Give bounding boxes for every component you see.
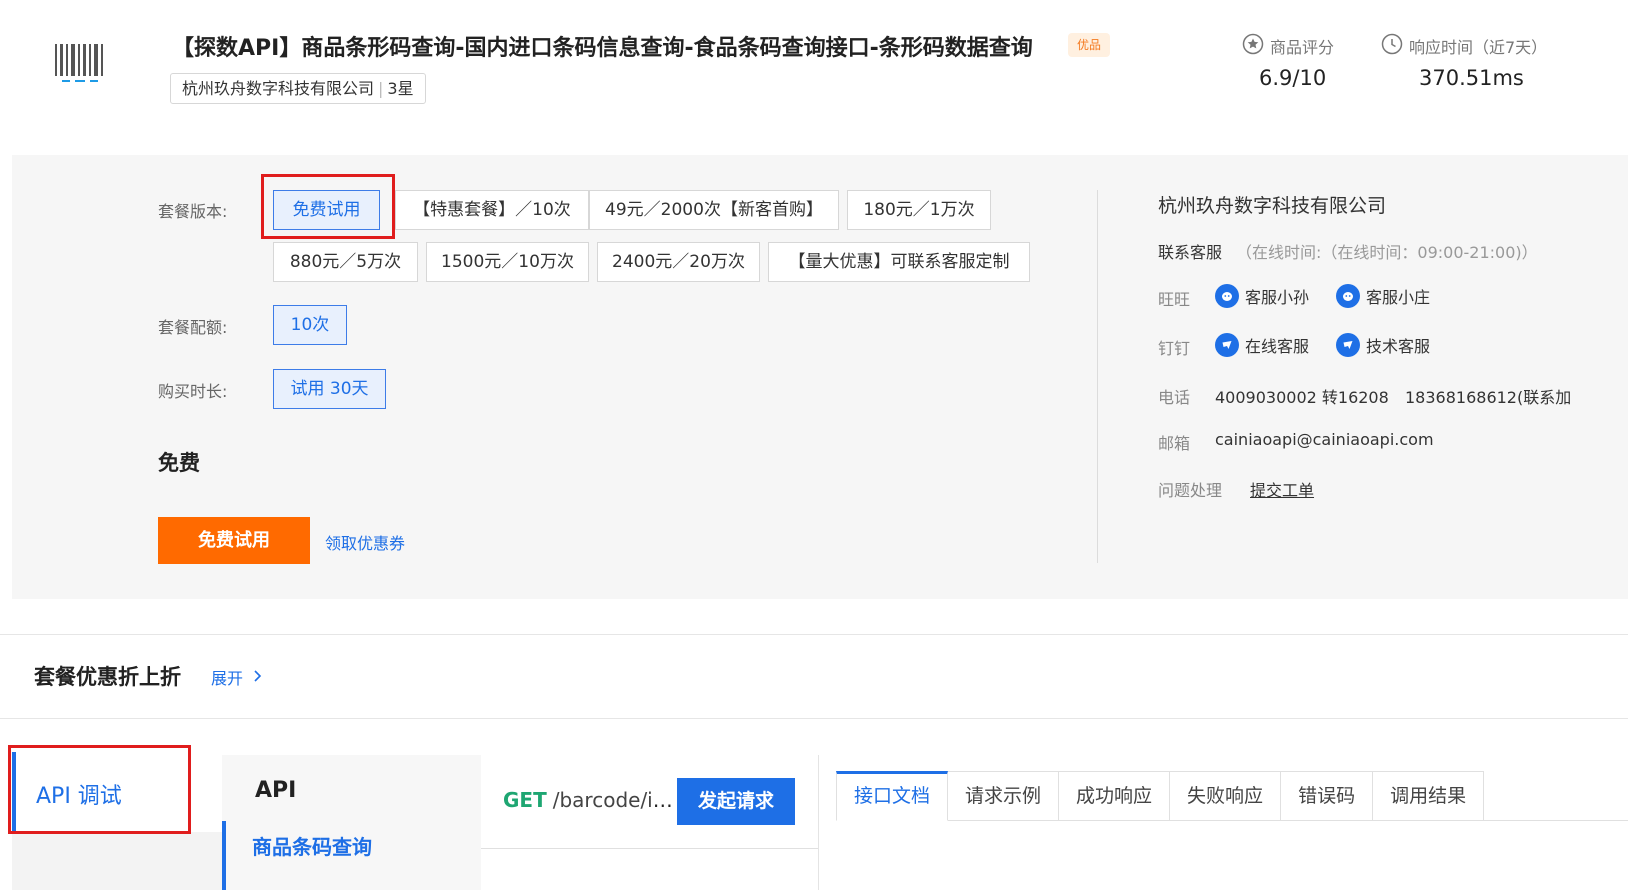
- dingding-contact-2[interactable]: 技术客服: [1336, 333, 1430, 357]
- version-option-50k[interactable]: 880元／5万次: [273, 242, 418, 282]
- send-request-button[interactable]: 发起请求: [677, 778, 795, 825]
- api-item-barcode-query[interactable]: 商品条码查询: [252, 831, 372, 860]
- separator: |: [378, 79, 384, 98]
- chevron-right-icon: [253, 668, 263, 687]
- rating-label-text: 商品评分: [1270, 38, 1335, 57]
- doc-tabs: 接口文档 请求示例 成功响应 失败响应 错误码 调用结果: [836, 771, 1485, 821]
- wangwang-label: 旺旺: [1158, 290, 1191, 309]
- support-label: 联系客服: [1158, 243, 1223, 262]
- panel-divider: [1097, 190, 1098, 563]
- email-value: cainiaoapi@cainiaoapi.com: [1215, 430, 1434, 449]
- dingding-contact-2-label: 技术客服: [1366, 337, 1431, 356]
- version-label: 套餐版本:: [158, 202, 228, 221]
- rating-value: 6.9/10: [1259, 66, 1327, 90]
- dingtalk-icon: [1215, 333, 1239, 357]
- phone-label: 电话: [1158, 388, 1191, 407]
- phone-1: 4009030002 转16208: [1215, 388, 1389, 407]
- section-divider: [0, 718, 1628, 719]
- response-time-value: 370.51ms: [1419, 66, 1524, 90]
- api-item-indicator: [222, 821, 226, 890]
- vendor-tag[interactable]: 杭州玖舟数字科技有限公司 | 3星: [170, 73, 426, 104]
- vendor-rating: 3星: [387, 79, 414, 98]
- issue-label: 问题处理: [1158, 481, 1223, 500]
- dingtalk-icon: [1336, 333, 1360, 357]
- expand-label: 展开: [211, 669, 244, 688]
- submit-ticket-link[interactable]: 提交工单: [1250, 477, 1314, 501]
- api-list: [222, 755, 481, 890]
- rating-label: 商品评分: [1242, 33, 1334, 59]
- wangwang-contact-2-label: 客服小庄: [1366, 288, 1431, 307]
- discount-title: 套餐优惠折上折: [34, 665, 181, 689]
- duration-option[interactable]: 试用 30天: [273, 369, 386, 409]
- dingding-label: 钉钉: [1158, 339, 1191, 358]
- tab-api-docs[interactable]: 接口文档: [836, 771, 949, 821]
- dingding-contact-1-label: 在线客服: [1245, 337, 1310, 356]
- tab-success-response[interactable]: 成功响应: [1059, 771, 1171, 821]
- version-option-custom[interactable]: 【量大优惠】可联系客服定制: [768, 242, 1030, 282]
- product-title: 【探数API】商品条形码查询-国内进口条码信息查询-食品条码查询接口-条形码数据…: [172, 36, 1033, 61]
- clock-icon: [1381, 33, 1403, 59]
- version-option-10k[interactable]: 180元／1万次: [847, 190, 991, 230]
- dingding-contact-1[interactable]: 在线客服: [1215, 333, 1309, 357]
- vendor-name: 杭州玖舟数字科技有限公司: [182, 79, 375, 98]
- wangwang-contact-2[interactable]: 客服小庄: [1336, 284, 1430, 308]
- wangwang-contact-1-label: 客服小孙: [1245, 288, 1310, 307]
- request-path: /barcode/in…: [552, 788, 673, 812]
- wangwang-icon: [1336, 284, 1360, 308]
- wangwang-contact-1[interactable]: 客服小孙: [1215, 284, 1309, 308]
- duration-label: 购买时长:: [158, 382, 228, 401]
- tab-error-codes[interactable]: 错误码: [1281, 771, 1374, 821]
- barcode-logo-icon: [52, 40, 108, 88]
- phone-2: 18368168612(联系加: [1405, 388, 1572, 407]
- free-trial-button[interactable]: 免费试用: [158, 517, 310, 564]
- expand-link[interactable]: 展开: [211, 665, 263, 689]
- price: 免费: [158, 451, 200, 475]
- email-label: 邮箱: [1158, 434, 1191, 453]
- star-circle-icon: [1242, 33, 1264, 59]
- quota-option[interactable]: 10次: [273, 305, 347, 345]
- vendor-company: 杭州玖舟数字科技有限公司: [1158, 195, 1387, 217]
- request-divider: [481, 848, 818, 849]
- version-option-200k[interactable]: 2400元／20万次: [597, 242, 760, 282]
- api-list-heading: API: [255, 778, 297, 803]
- request-line: GET/barcode/in…: [503, 788, 673, 812]
- section-divider: [0, 634, 1628, 635]
- side-nav-strip: [12, 832, 222, 890]
- http-method: GET: [503, 788, 547, 812]
- tab-failure-response[interactable]: 失败响应: [1170, 771, 1282, 821]
- response-time-label: 响应时间（近7天）: [1381, 33, 1547, 59]
- highlight-box: [8, 745, 191, 834]
- version-option-2000[interactable]: 49元／2000次【新客首购】: [589, 190, 839, 230]
- coupon-link[interactable]: 领取优惠券: [325, 530, 405, 554]
- support-hours: （在线时间:（在线时间：09:00-21:00)）: [1236, 243, 1538, 262]
- version-option-free-trial[interactable]: 免费试用: [273, 190, 380, 230]
- version-option-special[interactable]: 【特惠套餐】／10次: [395, 190, 589, 230]
- column-divider: [818, 755, 819, 890]
- wangwang-icon: [1215, 284, 1239, 308]
- response-time-label-text: 响应时间（近7天）: [1409, 38, 1548, 57]
- quota-label: 套餐配额:: [158, 318, 228, 337]
- quality-badge: 优品: [1068, 33, 1111, 57]
- tab-call-result[interactable]: 调用结果: [1373, 771, 1485, 821]
- version-option-100k[interactable]: 1500元／10万次: [426, 242, 589, 282]
- tab-request-example[interactable]: 请求示例: [948, 771, 1060, 821]
